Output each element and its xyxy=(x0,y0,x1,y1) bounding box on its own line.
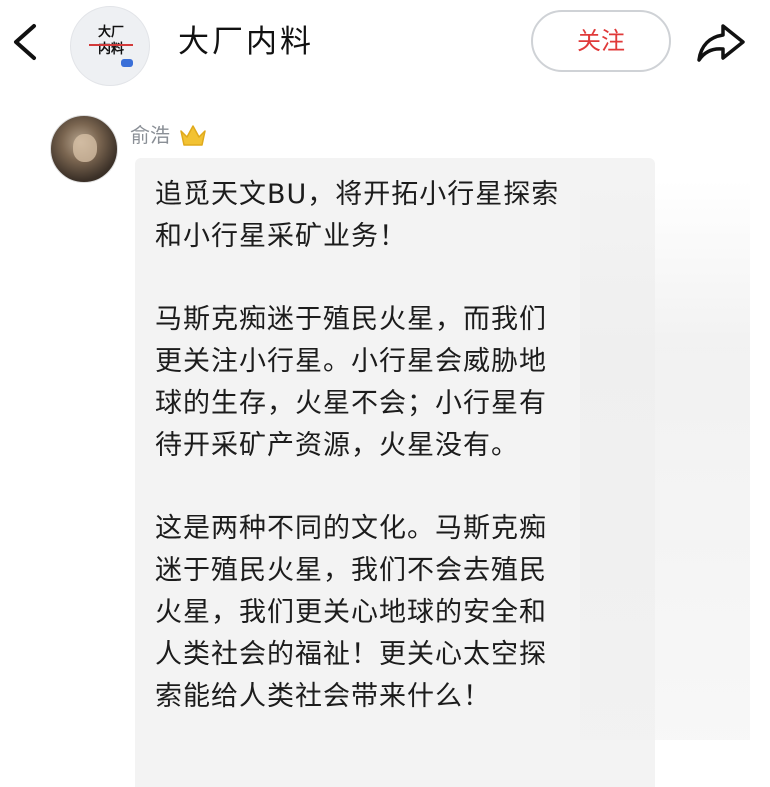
top-navigation-bar: 大厂 内料 大厂内料 关注 xyxy=(0,0,770,86)
message-text: 追觅天文BU，将开拓小行星探索 和小行星采矿业务！ 马斯克痴迷于殖民火星，而我们… xyxy=(155,174,635,759)
text-line: 待开采矿产资源，火星没有。 xyxy=(155,430,519,461)
text-line: 追觅天文BU，将开拓小行星探索 xyxy=(155,179,560,210)
share-arrow-icon xyxy=(697,24,745,62)
text-line: 更关注小行星。小行星会威胁地 xyxy=(155,346,547,377)
text-line: 迷于殖民火星，我们不会去殖民 xyxy=(155,555,547,586)
avatar-badge-mark xyxy=(121,59,133,67)
text-line: 这是两种不同的文化。马斯克痴 xyxy=(155,513,547,544)
channel-avatar-text: 大厂 内料 xyxy=(97,25,124,57)
author-avatar[interactable] xyxy=(50,115,118,183)
paragraph-2: 马斯克痴迷于殖民火星，而我们 更关注小行星。小行星会威胁地 球的生存，火星不会；… xyxy=(155,299,635,467)
channel-avatar[interactable]: 大厂 内料 xyxy=(70,6,150,86)
text-line: 火星，我们更关心地球的安全和 xyxy=(155,597,547,628)
text-line: 索能给人类社会带来什么！ xyxy=(155,681,491,712)
watermark-overlay xyxy=(580,180,750,740)
text-line: 马斯克痴迷于殖民火星，而我们 xyxy=(155,304,547,335)
avatar-underline xyxy=(89,44,133,46)
channel-name[interactable]: 大厂内料 xyxy=(178,22,314,62)
author-row: 俞浩 xyxy=(130,120,208,150)
crown-icon xyxy=(180,125,206,146)
author-avatar-face xyxy=(73,134,97,162)
text-line: 人类社会的福祉！更关心太空探 xyxy=(155,639,547,670)
text-line: 球的生存，火星不会；小行星有 xyxy=(155,388,547,419)
share-button[interactable] xyxy=(693,20,749,66)
paragraph-1: 追觅天文BU，将开拓小行星探索 和小行星采矿业务！ xyxy=(155,174,635,258)
follow-button[interactable]: 关注 xyxy=(531,10,671,72)
paragraph-3: 这是两种不同的文化。马斯克痴 迷于殖民火星，我们不会去殖民 火星，我们更关心地球… xyxy=(155,508,635,718)
text-line: 和小行星采矿业务！ xyxy=(155,221,407,252)
back-button[interactable] xyxy=(6,20,46,64)
message-bubble: 追觅天文BU，将开拓小行星探索 和小行星采矿业务！ 马斯克痴迷于殖民火星，而我们… xyxy=(135,158,655,787)
author-name[interactable]: 俞浩 xyxy=(130,123,170,147)
chevron-left-icon xyxy=(14,24,36,60)
